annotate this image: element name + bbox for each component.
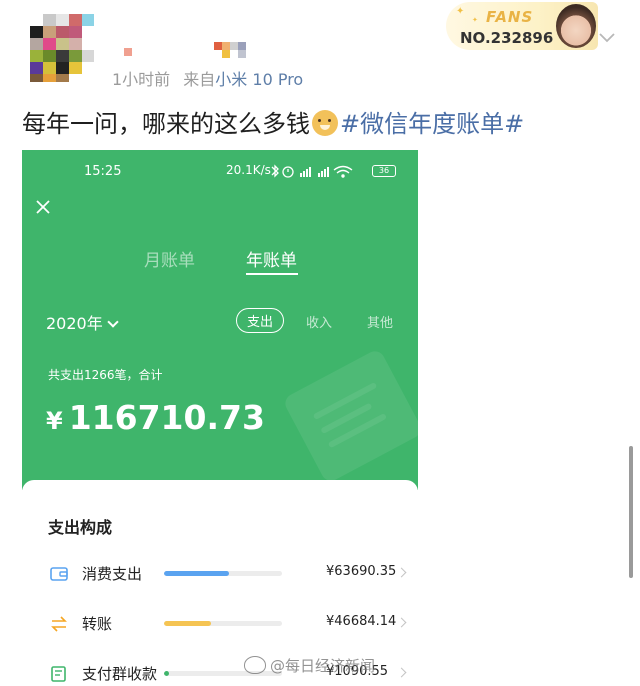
total-amount: ¥116710.73 bbox=[46, 398, 265, 437]
fans-label: FANS bbox=[486, 8, 534, 26]
breakdown-amount: ¥63690.35 bbox=[326, 564, 397, 579]
wifi-icon bbox=[333, 165, 353, 178]
chevron-down-icon bbox=[107, 316, 119, 328]
post-text: 每年一问，哪来的这么多钱 #微信年度账单# bbox=[22, 104, 524, 139]
chevron-right-icon bbox=[396, 567, 407, 578]
chevron-down-icon[interactable] bbox=[598, 28, 616, 46]
signal-icon bbox=[318, 167, 329, 177]
tab-yearly-bill[interactable]: 年账单 bbox=[246, 246, 297, 271]
idol-avatar bbox=[556, 4, 596, 48]
attached-screenshot[interactable]: 15:25 20.1K/s 36 月账单 年账单 2020年 支出 收入 其他 … bbox=[22, 150, 418, 686]
weibo-post-page: 1小时前 来自小米 10 Pro ✦ ✦ FANS NO.232896 每年一问… bbox=[0, 0, 640, 686]
breakdown-row-transfer[interactable]: 转账 ¥46684.14 bbox=[22, 610, 418, 640]
breakdown-label: 转账 bbox=[82, 615, 113, 633]
close-icon[interactable] bbox=[34, 198, 52, 216]
tab-monthly-bill[interactable]: 月账单 bbox=[144, 246, 195, 271]
hashtag-link[interactable]: #微信年度账单# bbox=[340, 110, 524, 138]
watermark: @每日经济新闻 bbox=[244, 655, 375, 676]
active-tab-indicator bbox=[246, 273, 298, 275]
transfer-icon bbox=[51, 616, 67, 632]
status-time: 15:25 bbox=[84, 164, 122, 179]
breakdown-row-consumption[interactable]: 消费支出 ¥63690.35 bbox=[22, 560, 418, 590]
sparkle-icon: ✦ bbox=[456, 6, 465, 17]
post-meta: 1小时前 来自小米 10 Pro bbox=[112, 66, 303, 90]
breakdown-label: 支付群收款 bbox=[82, 665, 158, 683]
scrollbar[interactable] bbox=[629, 446, 633, 578]
progress-fill bbox=[164, 671, 169, 676]
watermark-text: @每日经济新闻 bbox=[270, 657, 376, 675]
post-body: 每年一问，哪来的这么多钱 bbox=[22, 110, 310, 138]
fans-badge[interactable]: ✦ ✦ FANS NO.232896 bbox=[446, 2, 598, 50]
source-prefix: 来自 bbox=[183, 70, 216, 89]
bluetooth-icon bbox=[271, 164, 279, 178]
username-redacted[interactable] bbox=[112, 40, 262, 60]
progress-track bbox=[164, 571, 282, 576]
chevron-right-icon bbox=[396, 667, 407, 678]
weibo-icon bbox=[244, 656, 266, 674]
wallet-icon bbox=[50, 567, 68, 581]
breakdown-amount: ¥46684.14 bbox=[326, 614, 397, 629]
year-label: 2020年 bbox=[46, 314, 103, 333]
progress-fill bbox=[164, 571, 229, 576]
avatar[interactable] bbox=[30, 14, 94, 82]
filter-expense[interactable]: 支出 bbox=[236, 308, 285, 333]
sparkle-icon: ✦ bbox=[472, 16, 478, 24]
progress-fill bbox=[164, 621, 212, 626]
decorative-card-graphic bbox=[281, 347, 418, 485]
breakdown-label: 消费支出 bbox=[82, 565, 143, 583]
currency-symbol: ¥ bbox=[46, 407, 63, 435]
signal-icon bbox=[300, 167, 311, 177]
source-device-link[interactable]: 小米 10 Pro bbox=[215, 70, 303, 89]
breakdown-title: 支出构成 bbox=[48, 518, 113, 537]
year-selector[interactable]: 2020年 bbox=[46, 310, 119, 334]
post-time: 1小时前 bbox=[112, 70, 171, 89]
network-speed: 20.1K/s bbox=[226, 163, 271, 177]
group-receipt-icon bbox=[51, 666, 66, 682]
chevron-right-icon bbox=[396, 617, 407, 628]
total-value: 116710.73 bbox=[68, 398, 265, 437]
fans-number: NO.232896 bbox=[460, 29, 554, 47]
progress-track bbox=[164, 621, 282, 626]
doge-emoji-icon bbox=[312, 110, 338, 136]
bill-header: 15:25 20.1K/s 36 月账单 年账单 2020年 支出 收入 其他 … bbox=[22, 150, 418, 490]
total-caption: 共支出1266笔，合计 bbox=[48, 368, 163, 382]
battery-indicator: 36 bbox=[372, 165, 396, 177]
filter-other[interactable]: 其他 bbox=[367, 312, 393, 331]
alarm-icon bbox=[282, 166, 294, 178]
filter-income[interactable]: 收入 bbox=[306, 312, 332, 331]
